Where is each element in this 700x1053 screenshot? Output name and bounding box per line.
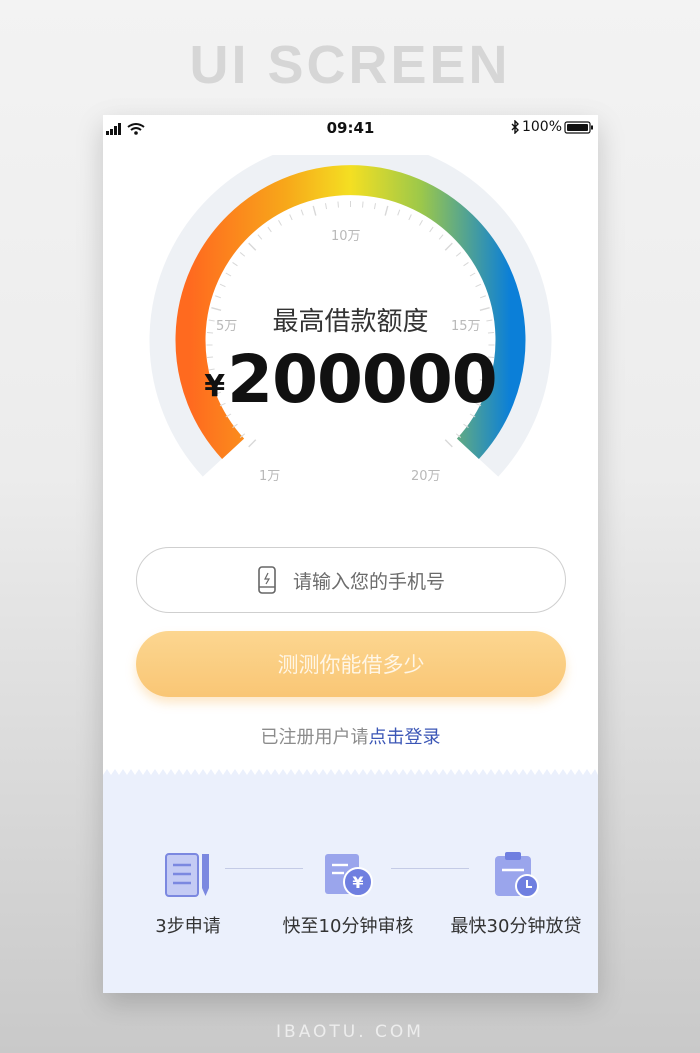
step-label: 3步申请 — [155, 916, 221, 937]
gauge-tick — [480, 295, 486, 299]
step-review: ¥ 快至10分钟审核 — [278, 850, 418, 938]
bluetooth-icon — [511, 120, 519, 134]
battery-percent: 100% — [521, 119, 562, 135]
amount-value: 200000 — [227, 341, 498, 418]
login-prompt-text: 已注册用户请 — [260, 727, 369, 748]
step-label: 最快30分钟放贷 — [450, 916, 582, 937]
gauge-tick — [337, 201, 339, 208]
svg-text:¥: ¥ — [352, 873, 363, 892]
tick-label-10w: 10万 — [331, 229, 361, 244]
tick-label-1w: 1万 — [259, 469, 281, 484]
gauge-tick — [219, 283, 226, 288]
document-pen-icon — [165, 853, 209, 897]
step-apply: 3步申请 — [143, 850, 233, 938]
login-prompt: 已注册用户请点击登录 — [103, 723, 598, 749]
gauge-tick — [373, 203, 376, 210]
gauge-tick — [469, 272, 476, 277]
canvas-title: UI SCREEN — [189, 35, 511, 95]
step-disburse: 最快30分钟放贷 — [436, 850, 596, 938]
yuan-document-icon: ¥ — [325, 854, 373, 897]
gauge-tick — [444, 242, 453, 251]
gauge-tick — [248, 439, 257, 448]
gauge-tick — [438, 234, 444, 240]
status-bar: 09:41 100% — [103, 115, 598, 143]
battery-icon — [564, 121, 593, 134]
credit-amount: ¥200000 — [103, 341, 598, 418]
step-label: 快至10分钟审核 — [282, 916, 414, 937]
clipboard-clock-icon — [495, 852, 539, 898]
gauge-tick — [384, 205, 389, 216]
estimate-loan-button[interactable]: 测测你能借多少 — [136, 631, 566, 697]
gauge-tick — [408, 214, 412, 221]
gauge-tick — [225, 272, 232, 277]
canvas-footer: IBAOTU. COM — [276, 1022, 424, 1042]
status-right: 100% — [510, 119, 594, 135]
gauge-tick — [289, 214, 293, 221]
gauge-tick — [463, 261, 469, 267]
credit-gauge: 1万 5万 10万 15万 20万 最高借款额度 ¥200000 — [103, 155, 598, 545]
currency-symbol: ¥ — [204, 369, 226, 404]
gauge-tick — [397, 209, 401, 216]
gauge-tick — [300, 209, 304, 216]
gauge-tick — [475, 283, 482, 288]
gauge-tick — [248, 242, 257, 251]
gauge-tick — [429, 226, 434, 233]
phone-number-input[interactable]: 请输入您的手机号 — [136, 547, 566, 613]
gauge-tick — [239, 252, 246, 257]
phone-input-placeholder: 请输入您的手机号 — [292, 570, 445, 593]
gauge-tick — [312, 205, 317, 216]
gauge-tick — [362, 201, 364, 208]
mobile-phone-icon — [258, 566, 276, 594]
gauge-tick — [419, 220, 423, 226]
tick-label-20w: 20万 — [411, 469, 441, 484]
gauge-tick — [267, 226, 272, 233]
gauge-title: 最高借款额度 — [272, 307, 429, 337]
gauge-tick — [215, 295, 221, 299]
gauge-tick — [278, 220, 282, 226]
gauge-tick — [325, 203, 328, 210]
phone-screen: 09:41 100% 1万 5万 10万 15万 20万 最高借款额度 ¥200… — [103, 115, 598, 993]
gauge-tick — [232, 261, 238, 267]
gauge-tick — [444, 439, 453, 448]
gauge-tick — [455, 252, 462, 257]
login-link[interactable]: 点击登录 — [369, 727, 441, 748]
gauge-tick — [257, 234, 263, 240]
